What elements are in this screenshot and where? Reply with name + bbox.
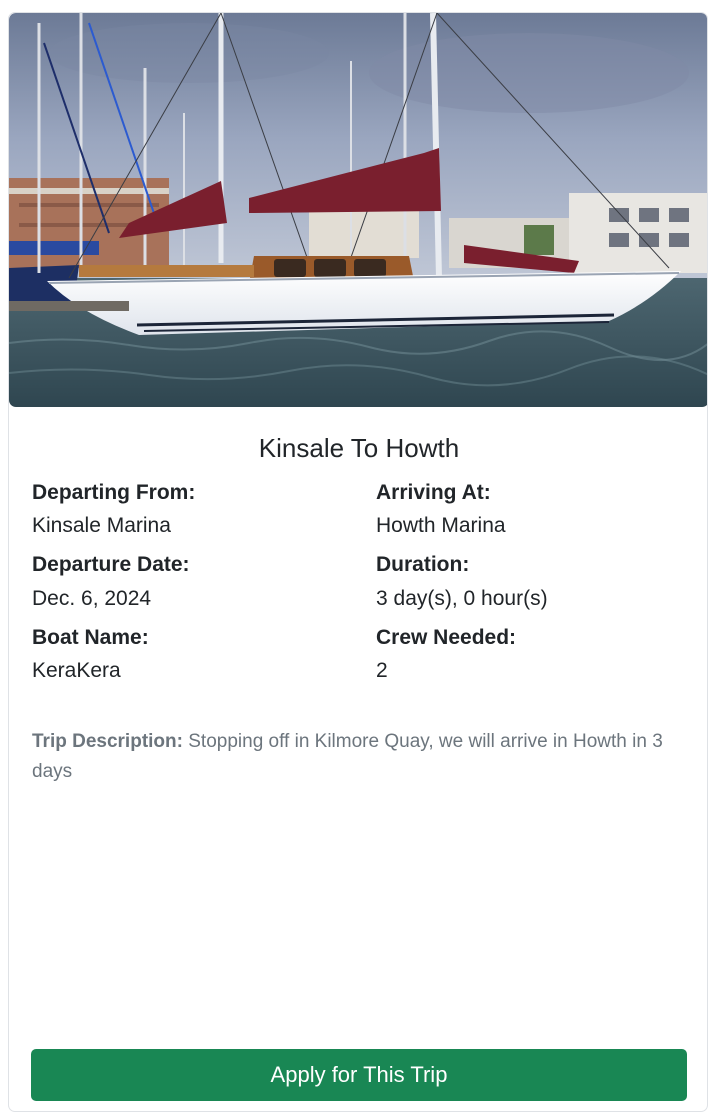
departure-date-value: Dec. 6, 2024 <box>32 587 152 610</box>
arriving-at-value: Howth Marina <box>376 514 506 537</box>
trip-title: Kinsale To Howth <box>258 433 460 463</box>
boat-name-value: KeraKera <box>32 659 121 682</box>
departure-date-label: Departure Date: <box>32 553 190 576</box>
boat-photo <box>9 13 707 407</box>
boat-name-label: Boat Name: <box>32 626 149 649</box>
apply-for-trip-button[interactable]: Apply for This Trip <box>31 1049 687 1101</box>
departing-from-label: Departing From: <box>32 481 196 504</box>
trip-description: Trip Description: Stopping off in Kilmor… <box>32 727 692 787</box>
crew-needed-value: 2 <box>376 659 388 682</box>
crew-needed-label: Crew Needed: <box>376 626 517 649</box>
arriving-at-label: Arriving At: <box>376 481 491 504</box>
trip-card: Kinsale To Howth Departing From: Kinsale… <box>8 12 708 1112</box>
departing-from-value: Kinsale Marina <box>32 514 171 537</box>
duration-label: Duration: <box>376 553 470 576</box>
duration-value: 3 day(s), 0 hour(s) <box>376 587 548 610</box>
trip-description-label: Trip Description: <box>32 731 183 752</box>
